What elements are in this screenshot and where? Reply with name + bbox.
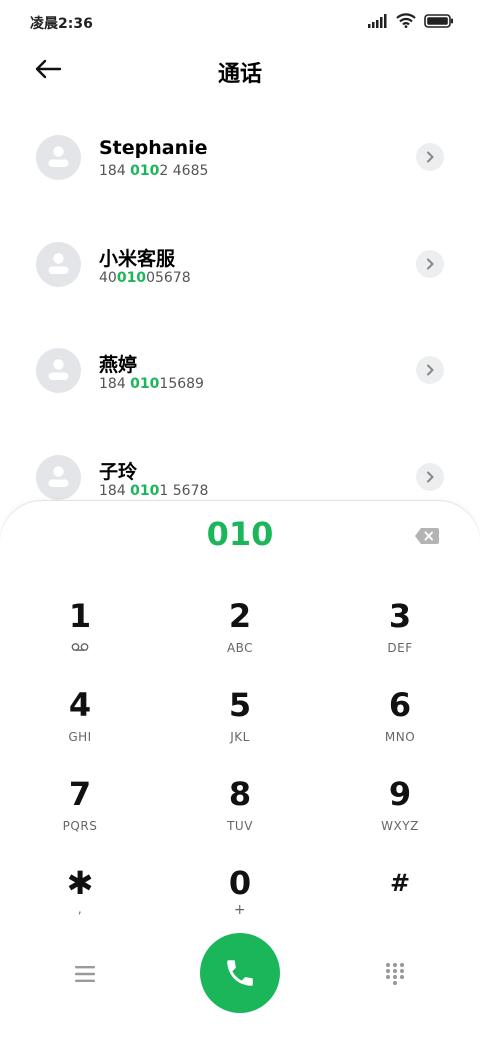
backspace-icon: [415, 528, 439, 544]
delete-button[interactable]: [414, 526, 440, 546]
contact-item[interactable]: Stephanie 184 0102 4685: [0, 135, 480, 205]
number-match: 010: [116, 270, 147, 286]
page-title: 通话: [217, 62, 262, 87]
contact-number: 184 0101 5678: [99, 483, 208, 499]
number-prefix: 184: [99, 483, 131, 499]
key-letters: MNO: [384, 730, 416, 744]
key-5[interactable]: 5 JKL: [170, 686, 310, 766]
avatar: [36, 135, 81, 180]
contact-name: 燕婷: [99, 354, 138, 376]
key-3[interactable]: 3 DEF: [330, 597, 470, 677]
key-letters: ,: [77, 902, 83, 916]
avatar: [36, 242, 81, 287]
header: 通话: [0, 44, 480, 94]
menu-button[interactable]: [72, 963, 98, 985]
key-letters: DEF: [387, 641, 413, 655]
dialpad-sheet: 010 1 2 ABC 3 DEF 4 GHI 5 JKL 6 MNO 7 PQ…: [0, 501, 480, 1040]
contact-detail-button[interactable]: [416, 143, 444, 171]
key-digit: 2: [228, 597, 252, 635]
dialpad-icon: [385, 962, 405, 986]
contact-detail-button[interactable]: [416, 463, 444, 491]
status-time: 凌晨2:36: [30, 16, 93, 32]
dialed-number[interactable]: 010: [0, 515, 480, 553]
contact-number: 184 0102 4685: [99, 163, 208, 179]
avatar: [36, 348, 81, 393]
contact-detail-button[interactable]: [416, 250, 444, 278]
chevron-right-icon: [427, 151, 434, 163]
avatar: [36, 455, 81, 500]
key-digit: 3: [388, 597, 412, 635]
key-letters: GHI: [68, 730, 92, 744]
key-letters: [10, 641, 150, 655]
key-digit: 7: [68, 775, 92, 813]
key-6[interactable]: 6 MNO: [330, 686, 470, 766]
menu-icon: [75, 966, 95, 982]
key-2[interactable]: 2 ABC: [170, 597, 310, 677]
key-digit: 0: [228, 864, 252, 902]
person-icon: [48, 359, 69, 380]
dialpad-actions: [0, 929, 480, 1019]
number-match: 010: [130, 483, 160, 499]
phone-icon: [227, 960, 253, 986]
number-match: 010: [130, 163, 160, 179]
key-digit: 4: [68, 686, 92, 724]
key-4[interactable]: 4 GHI: [10, 686, 150, 766]
key-letters: TUV: [227, 819, 253, 833]
contact-name: 子玲: [99, 461, 138, 483]
person-icon: [48, 253, 69, 274]
contact-name: Stephanie: [99, 137, 208, 159]
contact-number: 4001005678: [99, 270, 191, 286]
number-suffix: 05678: [146, 270, 191, 286]
chevron-right-icon: [427, 471, 434, 483]
number-suffix: 15689: [159, 376, 204, 392]
key-7[interactable]: 7 PQRS: [10, 775, 150, 855]
contact-name: 小米客服: [99, 248, 176, 270]
chevron-right-icon: [427, 364, 434, 376]
key-letters: WXYZ: [381, 819, 419, 833]
voicemail-icon: [71, 643, 89, 651]
person-icon: [48, 146, 69, 167]
person-icon: [48, 466, 69, 487]
number-suffix: 1 5678: [159, 483, 209, 499]
number-prefix: 184: [99, 163, 131, 179]
key-letters: PQRS: [62, 819, 98, 833]
number-match: 010: [130, 376, 160, 392]
contact-item[interactable]: 小米客服 4001005678: [0, 242, 480, 312]
status-icons: [368, 13, 454, 28]
key-letters: +: [233, 902, 247, 918]
key-digit: #: [389, 869, 411, 897]
status-bar: 凌晨2:36: [0, 0, 480, 44]
number-prefix: 184: [99, 376, 131, 392]
key-letters: ABC: [226, 641, 254, 655]
number-suffix: 2 4685: [159, 163, 209, 179]
key-digit: 5: [228, 686, 252, 724]
key-8[interactable]: 8 TUV: [170, 775, 310, 855]
contact-item[interactable]: 燕婷 184 01015689: [0, 348, 480, 418]
signal-icon: [368, 13, 387, 28]
chevron-right-icon: [427, 258, 434, 270]
key-digit: 8: [228, 775, 252, 813]
key-digit: 9: [388, 775, 412, 813]
contact-number: 184 01015689: [99, 376, 204, 392]
key-letters: JKL: [230, 730, 250, 744]
contact-detail-button[interactable]: [416, 356, 444, 384]
key-digit: ✱: [66, 864, 94, 902]
key-digit: 1: [68, 597, 92, 635]
wifi-icon: [396, 13, 416, 28]
key-1[interactable]: 1: [10, 597, 150, 677]
call-button[interactable]: [200, 933, 280, 1013]
key-9[interactable]: 9 WXYZ: [330, 775, 470, 855]
battery-icon: [424, 13, 453, 28]
keypad-toggle-button[interactable]: [382, 960, 408, 986]
key-digit: 6: [388, 686, 412, 724]
number-prefix: 40: [99, 270, 117, 286]
